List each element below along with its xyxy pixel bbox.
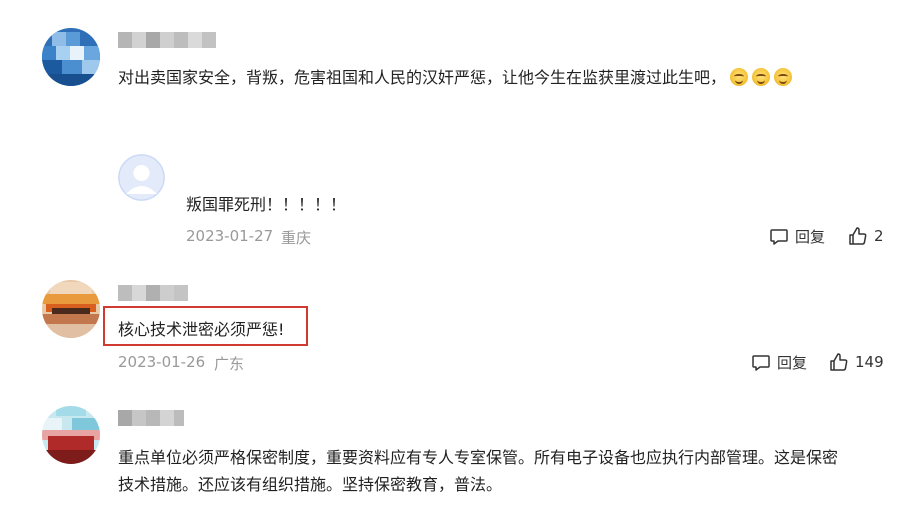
username[interactable] (118, 285, 188, 301)
grin-emoji-icon (752, 68, 771, 86)
like-button[interactable]: 2 (848, 226, 884, 246)
default-user-icon (118, 154, 165, 201)
reply-location: 重庆 (281, 229, 312, 247)
reply-button[interactable]: 回复 (751, 352, 807, 373)
thumbs-up-icon (830, 353, 848, 371)
like-count: 149 (855, 353, 884, 371)
username[interactable] (118, 410, 184, 426)
reply-avatar[interactable] (118, 154, 165, 201)
reply-text: 叛国罪死刑！！！！！ (186, 195, 347, 214)
comment-date: 2023-01-26 (118, 353, 206, 371)
reply-button[interactable]: 回复 (769, 226, 825, 247)
comment-location: 广东 (214, 355, 245, 373)
thumbs-up-icon (849, 227, 867, 245)
reply-label: 回复 (795, 228, 826, 246)
like-button[interactable]: 149 (829, 352, 884, 372)
comment-text: 核心技术泄密必须严惩! (118, 320, 285, 339)
username[interactable] (118, 32, 216, 48)
avatar[interactable] (42, 406, 100, 464)
comment-icon (752, 354, 770, 371)
comment-text-line-1: 重点单位必须严格保密制度，重要资料应有专人专室保管。所有电子设备也应执行内部管理… (118, 448, 839, 467)
avatar[interactable] (42, 280, 100, 338)
comment-icon (770, 228, 788, 245)
reply-date: 2023-01-27 (186, 227, 274, 245)
grin-emoji-icon (774, 68, 793, 86)
avatar[interactable] (42, 28, 100, 86)
reply-label: 回复 (777, 354, 808, 372)
comment-text-line-2: 技术措施。还应该有组织措施。坚持保密教育，普法。 (118, 475, 503, 494)
comment-text: 对出卖国家安全，背叛，危害祖国和人民的汉奸严惩，让他今生在监获里渡过此生吧， (118, 64, 793, 88)
like-count: 2 (874, 227, 884, 245)
grin-emoji-icon (730, 68, 749, 86)
